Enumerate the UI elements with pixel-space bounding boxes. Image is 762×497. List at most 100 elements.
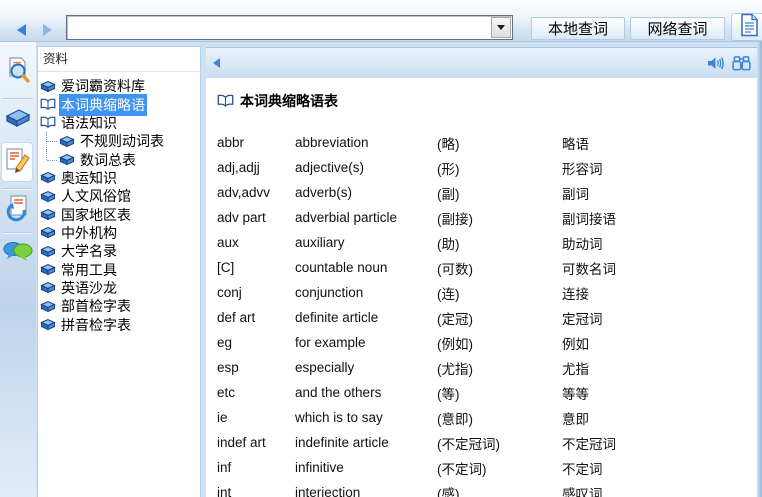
paren-cell: (意即) (437, 405, 562, 430)
sidebar-tree: 爱词霸资料库 本词典缩略语 语法知识 不规则动词表 数词总表 奥运知识 人文风俗… (38, 72, 200, 334)
document-refresh-tool-button[interactable] (0, 190, 36, 230)
abbr-cell: int (217, 480, 295, 497)
paren-cell: (定冠) (437, 305, 562, 330)
paren-cell: (可数) (437, 255, 562, 280)
english-cell: auxiliary (295, 230, 437, 255)
book-icon (40, 281, 56, 294)
book-icon (40, 263, 56, 276)
chat-tool-button[interactable] (0, 234, 36, 274)
english-cell: countable noun (295, 255, 437, 280)
edit-notes-icon (3, 146, 31, 179)
content-header (206, 47, 757, 78)
abbr-cell: inf (217, 455, 295, 480)
local-search-button[interactable]: 本地查词 (531, 17, 625, 40)
english-cell: and the others (295, 380, 437, 405)
tree-connector-icon (40, 132, 59, 150)
chinese-cell: 助动词 (562, 230, 757, 255)
tree-connector-icon (40, 150, 59, 168)
search-combobox[interactable] (66, 15, 513, 40)
document-search-tool-button[interactable] (0, 52, 36, 92)
abbr-cell: esp (217, 355, 295, 380)
open-book-icon (40, 116, 56, 129)
side-toolbar (0, 42, 36, 497)
abbr-cell: def art (217, 305, 295, 330)
chinese-cell: 感叹词 (562, 480, 757, 497)
dictionary-book-icon (4, 106, 32, 135)
abbr-cell: aux (217, 230, 295, 255)
paren-cell: (连) (437, 280, 562, 305)
chinese-cell: 等等 (562, 380, 757, 405)
english-cell: adverbial particle (295, 205, 437, 230)
abbr-cell: etc (217, 380, 295, 405)
chinese-cell: 意即 (562, 405, 757, 430)
book-icon (40, 80, 56, 93)
paren-cell: (形) (437, 155, 562, 180)
back-icon[interactable] (17, 24, 26, 36)
chat-bubbles-icon (3, 240, 33, 269)
dictionary-book-tool-button[interactable] (0, 100, 36, 140)
book-icon (40, 171, 56, 184)
paren-cell: (尤指) (437, 355, 562, 380)
abbr-cell: [C] (217, 255, 295, 280)
paren-cell: (不定词) (437, 455, 562, 480)
document-refresh-icon (4, 194, 32, 227)
abbreviation-table: abbrabbreviation(略)略语 adj,adjjadjective(s… (217, 130, 757, 497)
abbr-cell: adj,adjj (217, 155, 295, 180)
paren-cell: (例如) (437, 330, 562, 355)
right-splitter[interactable] (757, 42, 762, 497)
english-cell: abbreviation (295, 130, 437, 155)
abbr-cell: adv,advv (217, 180, 295, 205)
english-cell: especially (295, 355, 437, 380)
chinese-cell: 不定词 (562, 455, 757, 480)
sidebar-item-label: 拼音检字表 (59, 314, 133, 336)
paren-cell: (略) (437, 130, 562, 155)
english-cell: for example (295, 330, 437, 355)
abbr-cell: eg (217, 330, 295, 355)
collapse-panel-icon[interactable] (213, 58, 220, 68)
chinese-cell: 副词接语 (562, 205, 757, 230)
chinese-cell: 不定冠词 (562, 430, 757, 455)
paren-cell: (不定冠词) (437, 430, 562, 455)
book-icon (40, 245, 56, 258)
sidebar-item[interactable]: 拼音检字表 (38, 315, 200, 333)
toolbar-separator (3, 188, 33, 189)
book-icon (40, 208, 56, 221)
paren-cell: (感) (437, 480, 562, 497)
content-body: 本词典缩略语表 abbrabbreviation(略)略语 adj,adjjadj… (206, 78, 757, 497)
book-icon (40, 318, 56, 331)
book-icon (40, 226, 56, 239)
english-cell: infinitive (295, 455, 437, 480)
search-input[interactable] (67, 16, 490, 39)
english-cell: which is to say (295, 405, 437, 430)
abbr-cell: abbr (217, 130, 295, 155)
document-search-icon (5, 56, 31, 89)
document-icon-button[interactable] (731, 13, 762, 41)
book-icon (40, 190, 56, 203)
open-book-icon (40, 98, 56, 111)
toolbar-separator (3, 98, 33, 99)
forward-icon[interactable] (43, 24, 52, 36)
app-window: 本地查词 网络查词 (0, 0, 762, 497)
chinese-cell: 连接 (562, 280, 757, 305)
book-icon (59, 135, 75, 148)
top-toolbar: 本地查词 网络查词 (0, 0, 762, 42)
abbr-cell: indef art (217, 430, 295, 455)
chinese-cell: 副词 (562, 180, 757, 205)
combobox-dropdown-button[interactable] (491, 17, 511, 38)
speaker-icon[interactable] (707, 55, 725, 72)
english-cell: adjective(s) (295, 155, 437, 180)
page-title: 本词典缩略语表 (240, 91, 338, 111)
chevron-down-icon (497, 25, 505, 30)
paren-cell: (副) (437, 180, 562, 205)
edit-notes-tool-button[interactable] (1, 142, 33, 182)
chinese-cell: 尤指 (562, 355, 757, 380)
document-icon (738, 13, 760, 42)
english-cell: adverb(s) (295, 180, 437, 205)
chinese-cell: 略语 (562, 130, 757, 155)
binoculars-icon[interactable] (732, 55, 751, 72)
chinese-cell: 例如 (562, 330, 757, 355)
sidebar-header: 资料 (38, 47, 200, 72)
toolbar-separator (3, 232, 33, 233)
paren-cell: (等) (437, 380, 562, 405)
web-search-button[interactable]: 网络查词 (630, 17, 725, 40)
